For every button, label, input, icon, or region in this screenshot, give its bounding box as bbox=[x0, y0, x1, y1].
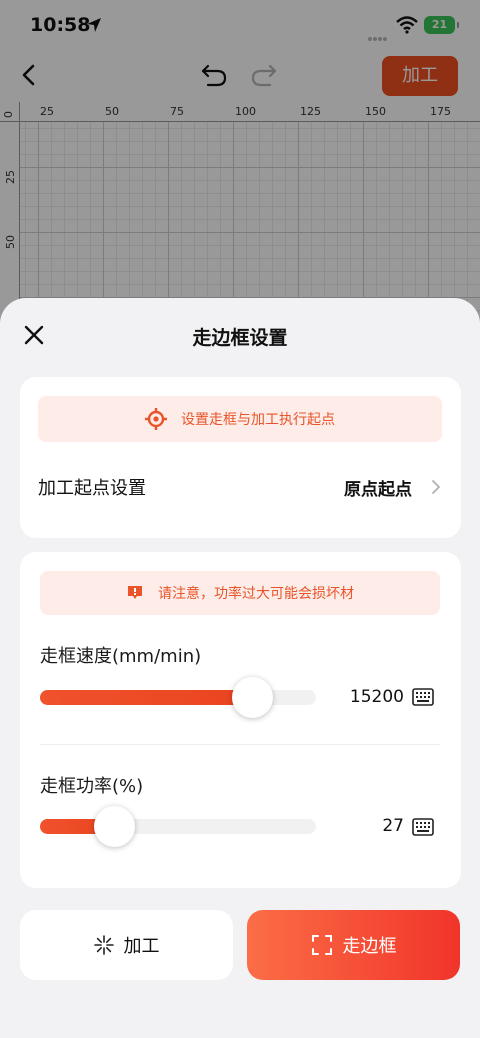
frame-run-button[interactable]: 走边框 bbox=[247, 910, 460, 980]
power-value: 27 bbox=[382, 816, 404, 836]
frame-settings-sheet: 走边框设置 设置走框与加工执行起点 加工起点设置 原点起点 请注意，功率过大可能… bbox=[0, 298, 480, 1038]
power-slider[interactable] bbox=[40, 806, 316, 847]
speed-value: 15200 bbox=[349, 687, 404, 707]
speed-label: 走框速度(mm/min) bbox=[40, 646, 202, 667]
power-warning-notice: 请注意，功率过大可能会损坏材 bbox=[40, 571, 440, 615]
power-slider-thumb[interactable] bbox=[94, 806, 136, 847]
start-point-value: 原点起点 bbox=[344, 479, 412, 500]
start-point-card: 设置走框与加工执行起点 加工起点设置 原点起点 bbox=[20, 377, 461, 538]
warning-icon bbox=[128, 586, 142, 599]
process-button-label: 加工 bbox=[123, 936, 160, 957]
start-point-row[interactable]: 加工起点设置 原点起点 bbox=[38, 465, 442, 509]
sheet-title: 走边框设置 bbox=[192, 327, 288, 349]
frame-params-card: 请注意，功率过大可能会损坏材 走框速度(mm/min) 15200 走框功率(%… bbox=[20, 552, 461, 888]
speed-slider[interactable] bbox=[40, 677, 316, 718]
power-label: 走框功率(%) bbox=[40, 776, 144, 797]
sparkle-icon bbox=[93, 935, 114, 955]
keyboard-icon[interactable] bbox=[412, 688, 434, 706]
chevron-right-icon bbox=[432, 480, 440, 494]
frame-run-button-label: 走边框 bbox=[342, 936, 397, 957]
process-button[interactable]: 加工 bbox=[20, 910, 233, 980]
power-warning-text: 请注意，功率过大可能会损坏材 bbox=[158, 586, 354, 602]
target-icon bbox=[145, 408, 167, 430]
frame-corners-icon bbox=[311, 935, 332, 955]
start-point-notice: 设置走框与加工执行起点 bbox=[38, 396, 442, 442]
start-point-notice-text: 设置走框与加工执行起点 bbox=[181, 412, 335, 428]
start-point-label: 加工起点设置 bbox=[38, 478, 146, 499]
speed-slider-thumb[interactable] bbox=[232, 677, 274, 718]
divider bbox=[40, 744, 440, 745]
keyboard-icon[interactable] bbox=[412, 818, 434, 836]
speed-slider-fill bbox=[40, 690, 253, 705]
